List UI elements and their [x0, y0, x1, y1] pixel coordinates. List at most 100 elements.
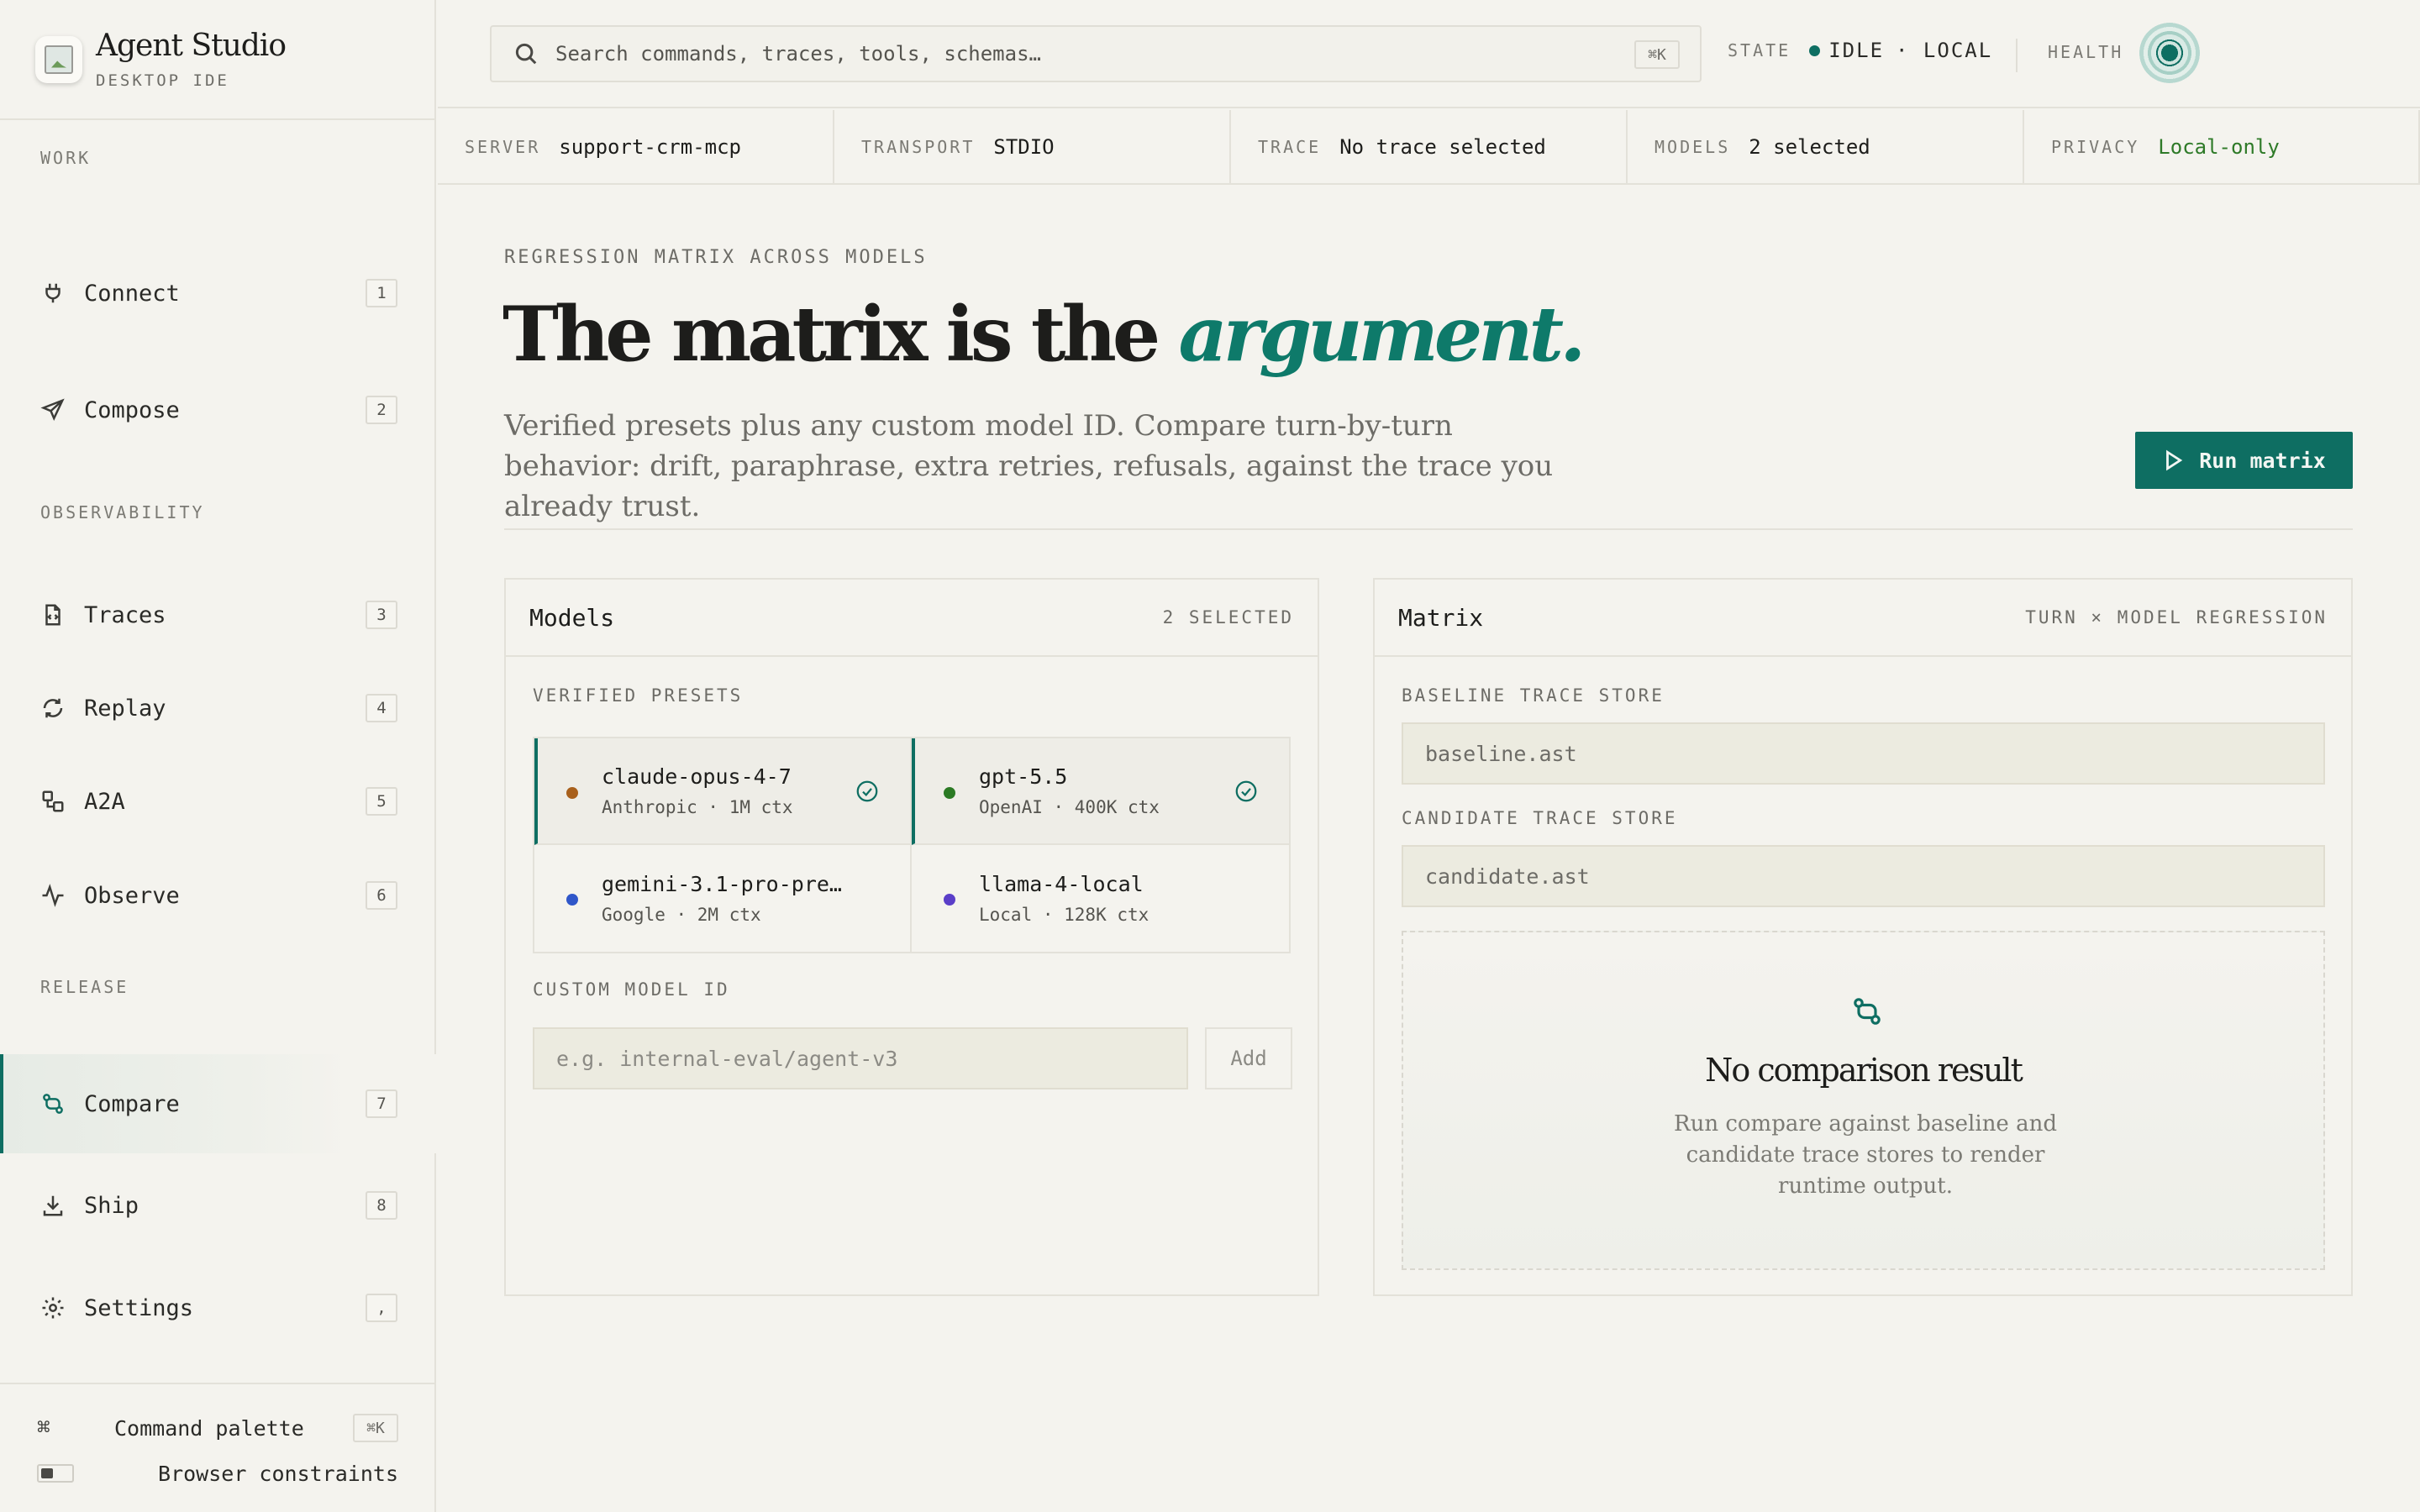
- a2a-shapes-icon: [40, 789, 66, 814]
- state-label: STATE: [1728, 40, 1791, 60]
- page-description: Verified presets plus any custom model I…: [504, 409, 1554, 523]
- section-label-observability: OBSERVABILITY: [40, 502, 205, 522]
- browser-constraints-label: Browser constraints: [158, 1461, 398, 1486]
- context-privacy[interactable]: PRIVACY Local-only: [2024, 110, 2420, 183]
- sidebar-item-traces[interactable]: Traces 3: [0, 580, 436, 650]
- health-pulse-icon[interactable]: [2139, 23, 2200, 83]
- context-value: 2 selected: [1749, 134, 1870, 159]
- image-placeholder-icon: [45, 45, 73, 74]
- context-server[interactable]: SERVER support-crm-mcp: [438, 110, 834, 183]
- section-label-work: WORK: [40, 148, 92, 168]
- page-title: The matrix is the argument.: [502, 290, 1586, 379]
- model-preset-claude-opus[interactable]: claude-opus-4-7 Anthropic · 1M ctx: [534, 738, 912, 845]
- model-name: gemini-3.1-pro-pre…: [602, 872, 842, 896]
- context-models[interactable]: MODELS 2 selected: [1628, 110, 2024, 183]
- check-circle-icon: [1235, 780, 1257, 802]
- provider-dot-icon: [944, 894, 955, 906]
- brand-header: Agent Studio DESKTOP IDE: [0, 0, 434, 120]
- matrix-title: Matrix: [1398, 603, 1484, 632]
- app-title: Agent Studio: [96, 29, 287, 63]
- models-title: Models: [529, 603, 615, 632]
- sidebar: Agent Studio DESKTOP IDE WORK Connect 1 …: [0, 0, 436, 1512]
- shortcut-key: 6: [366, 881, 397, 910]
- custom-model-label: CUSTOM MODEL ID: [533, 979, 730, 1000]
- empty-state-text: Run compare against baseline and candida…: [1674, 1111, 2057, 1199]
- context-value: STDIO: [993, 134, 1055, 159]
- sidebar-item-settings[interactable]: Settings ,: [0, 1273, 436, 1343]
- shortcut-key: 8: [366, 1191, 397, 1220]
- verified-presets-label: VERIFIED PRESETS: [533, 685, 744, 706]
- command-palette-shortcut: ⌘K: [353, 1414, 398, 1442]
- download-icon: [40, 1193, 66, 1218]
- model-preset-gpt[interactable]: gpt-5.5 OpenAI · 400K ctx: [912, 738, 1289, 845]
- sidebar-item-label: Observe: [84, 882, 180, 909]
- baseline-label: BASELINE TRACE STORE: [1402, 685, 1665, 706]
- sidebar-item-label: A2A: [84, 788, 125, 815]
- page-kicker: REGRESSION MATRIX ACROSS MODELS: [504, 247, 928, 268]
- sidebar-item-label: Compose: [84, 396, 180, 423]
- play-icon: [2166, 449, 2183, 471]
- plug-icon: [40, 281, 66, 306]
- pulse-icon: [40, 883, 66, 908]
- git-compare-icon: [1854, 998, 1881, 1025]
- model-preset-llama[interactable]: llama-4-local Local · 128K ctx: [912, 845, 1289, 952]
- model-name: llama-4-local: [979, 872, 1144, 896]
- models-panel-header: Models 2 SELECTED: [506, 580, 1318, 657]
- matrix-panel: Matrix TURN × MODEL REGRESSION BASELINE …: [1373, 578, 2353, 1296]
- sidebar-item-observe[interactable]: Observe 6: [0, 860, 436, 931]
- browser-constraints-row[interactable]: Browser constraints: [37, 1457, 398, 1490]
- command-search[interactable]: ⌘K: [490, 25, 1702, 82]
- sidebar-item-connect[interactable]: Connect 1: [0, 258, 436, 328]
- model-preset-grid: claude-opus-4-7 Anthropic · 1M ctx gpt-5…: [533, 737, 1291, 953]
- add-model-button[interactable]: Add: [1205, 1027, 1292, 1089]
- health-label: HEALTH: [2048, 42, 2124, 62]
- search-input[interactable]: [555, 42, 1606, 66]
- context-trace[interactable]: TRACE No trace selected: [1231, 110, 1628, 183]
- empty-state: No comparison result Run compare against…: [1402, 931, 2325, 1270]
- context-value: No trace selected: [1339, 134, 1546, 159]
- candidate-store-input[interactable]: [1402, 845, 2325, 907]
- check-circle-icon: [856, 780, 878, 802]
- status-dot-icon: [1809, 45, 1821, 56]
- browser-constraints-toggle[interactable]: [37, 1464, 74, 1483]
- top-bar: ⌘K STATE IDLE · LOCAL HEALTH: [438, 0, 2420, 108]
- run-matrix-button[interactable]: Run matrix: [2135, 432, 2353, 489]
- model-preset-gemini[interactable]: gemini-3.1-pro-pre… Google · 2M ctx: [534, 845, 912, 952]
- file-code-icon: [40, 602, 66, 627]
- state-indicator: STATE IDLE · LOCAL: [1728, 39, 1992, 62]
- sidebar-item-label: Compare: [84, 1090, 180, 1117]
- app-logo: [35, 35, 82, 83]
- shortcut-key: 4: [366, 694, 397, 722]
- divider: [504, 528, 2353, 530]
- empty-state-title: No comparison result: [1705, 1052, 2023, 1089]
- sidebar-item-compose[interactable]: Compose 2: [0, 375, 436, 445]
- context-strip: SERVER support-crm-mcp TRANSPORT STDIO TRA…: [438, 110, 2420, 185]
- context-value: support-crm-mcp: [559, 134, 741, 159]
- state-mode: · LOCAL: [1896, 39, 1993, 62]
- provider-dot-icon: [566, 894, 578, 906]
- sidebar-item-compare[interactable]: Compare 7: [0, 1054, 436, 1153]
- provider-dot-icon: [944, 787, 955, 799]
- command-palette-row[interactable]: ⌘ Command palette ⌘K: [37, 1411, 398, 1445]
- sidebar-item-ship[interactable]: Ship 8: [0, 1170, 436, 1241]
- model-meta: Google · 2M ctx: [602, 905, 761, 925]
- context-transport[interactable]: TRANSPORT STDIO: [834, 110, 1231, 183]
- baseline-store-input[interactable]: [1402, 722, 2325, 785]
- sidebar-item-replay[interactable]: Replay 4: [0, 673, 436, 743]
- sidebar-item-a2a[interactable]: A2A 5: [0, 766, 436, 837]
- sidebar-footer: ⌘ Command palette ⌘K Browser constraints: [0, 1383, 436, 1512]
- section-label-release: RELEASE: [40, 977, 129, 997]
- context-label: TRANSPORT: [861, 136, 976, 157]
- sidebar-item-label: Traces: [84, 601, 166, 628]
- headline-emphasis: argument.: [1178, 290, 1586, 379]
- model-meta: Local · 128K ctx: [979, 905, 1150, 925]
- search-shortcut: ⌘K: [1634, 40, 1680, 69]
- shortcut-key: 3: [366, 601, 397, 629]
- context-label: TRACE: [1258, 136, 1322, 157]
- divider: [2016, 39, 2018, 72]
- context-label: SERVER: [465, 136, 541, 157]
- headline-plain: The matrix is the: [502, 290, 1179, 379]
- gear-icon: [40, 1295, 66, 1320]
- custom-model-input[interactable]: [533, 1027, 1188, 1089]
- context-value: Local-only: [2158, 134, 2280, 159]
